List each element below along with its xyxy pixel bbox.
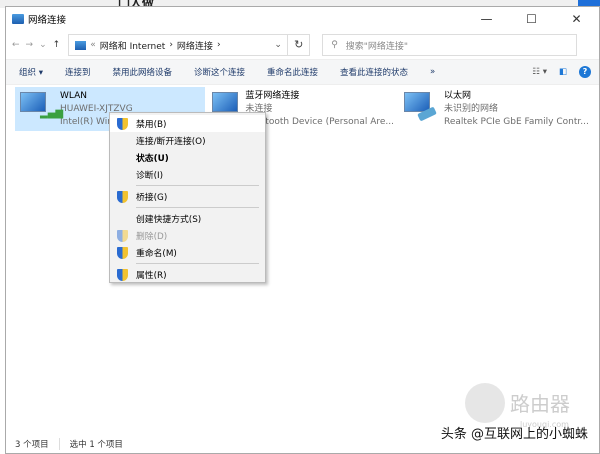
forward-button[interactable]: → [26, 40, 34, 50]
help-button[interactable]: ? [579, 66, 591, 78]
menu-disable[interactable]: 禁用(B) [110, 115, 265, 132]
connect-to-button[interactable]: 连接到 [65, 66, 91, 78]
connection-network: 未连接 [245, 104, 273, 114]
menu-label: 删除(D) [136, 232, 168, 242]
breadcrumb-separator[interactable]: › [217, 40, 221, 50]
menu-connect-disconnect[interactable]: 连接/断开连接(O) [110, 132, 265, 149]
up-button[interactable]: ↑ [53, 40, 61, 50]
view-options-button[interactable]: ☷ ▾ [532, 67, 547, 77]
uac-shield-icon [117, 247, 128, 259]
breadcrumb-overflow[interactable]: « [90, 40, 96, 50]
search-placeholder: 搜索"网络连接" [345, 41, 409, 52]
back-button[interactable]: ← [12, 40, 20, 50]
window-title: 网络连接 [28, 15, 67, 26]
minimize-button[interactable]: — [464, 12, 509, 26]
recent-locations-button[interactable]: ⌄ [39, 40, 47, 50]
search-icon: ⚲ [331, 40, 338, 50]
close-button[interactable]: ✕ [554, 12, 599, 26]
refresh-button[interactable]: ↻ [288, 34, 311, 56]
network-connections-window: 网络连接 — ☐ ✕ ← → ⌄ ↑ « 网络和 Internet › 网络连接… [5, 6, 600, 454]
maximize-button[interactable]: ☐ [509, 12, 554, 26]
menu-create-shortcut[interactable]: 创建快捷方式(S) [110, 210, 265, 227]
menu-separator [136, 185, 259, 186]
menu-separator [136, 263, 259, 264]
menu-label: 属性(R) [136, 271, 167, 281]
breadcrumb-network-connections[interactable]: 网络连接 [177, 39, 213, 52]
connection-ethernet[interactable]: 以太网未识别的网络 Realtek PCIe GbE Family Contr..… [399, 87, 599, 131]
view-status-button[interactable]: 查看此连接的状态 [340, 66, 408, 78]
uac-shield-icon [117, 118, 128, 130]
network-folder-icon [12, 14, 24, 24]
network-folder-icon [75, 40, 87, 50]
organize-button[interactable]: 组织 ▾ [19, 66, 43, 78]
menu-label: 重命名(M) [136, 249, 177, 259]
command-bar: 组织 ▾ 连接到 禁用此网络设备 诊断这个连接 重命名此连接 查看此连接的状态 … [6, 59, 599, 85]
watermark-author: 头条 @互联网上的小蜘蛛 [440, 427, 588, 442]
watermark-logo-icon [465, 383, 505, 423]
menu-label: 诊断(I) [136, 171, 164, 181]
title-bar: 网络连接 — ☐ ✕ [6, 7, 599, 31]
breadcrumb-network-internet[interactable]: 网络和 Internet [100, 39, 166, 52]
diagnose-button[interactable]: 诊断这个连接 [194, 66, 245, 78]
connection-device: Bluetooth Device (Personal Are... [245, 117, 394, 127]
item-count: 3 个项目 [15, 440, 49, 450]
breadcrumb-separator[interactable]: › [169, 40, 173, 50]
ethernet-adapter-icon [402, 90, 438, 122]
menu-label: 禁用(B) [136, 120, 167, 130]
address-dropdown[interactable]: ⌄ [269, 40, 287, 50]
wifi-adapter-icon: ▂▄▆ [18, 90, 63, 122]
menu-label: 连接/断开连接(O) [136, 137, 206, 147]
rename-button[interactable]: 重命名此连接 [267, 66, 318, 78]
menu-delete: 删除(D) [110, 227, 265, 244]
menu-properties[interactable]: 属性(R) [110, 266, 265, 283]
search-input[interactable]: ⚲ 搜索"网络连接" [322, 34, 578, 56]
connection-name: WLAN [60, 91, 88, 101]
menu-diagnose[interactable]: 诊断(I) [110, 166, 265, 183]
menu-label: 创建快捷方式(S) [136, 215, 202, 225]
disable-device-button[interactable]: 禁用此网络设备 [112, 66, 172, 78]
menu-label: 桥接(G) [136, 193, 168, 203]
menu-separator [136, 207, 259, 208]
menu-status[interactable]: 状态(U) [110, 149, 265, 166]
connection-network: 未识别的网络 [444, 104, 499, 114]
context-menu: 禁用(B) 连接/断开连接(O) 状态(U) 诊断(I) 桥接(G) 创建快捷方… [109, 112, 266, 283]
watermark-logo-text: 路由器 [510, 392, 570, 416]
uac-shield-icon [117, 191, 128, 203]
menu-bridge[interactable]: 桥接(G) [110, 188, 265, 205]
uac-shield-icon [117, 230, 128, 242]
more-commands-button[interactable]: » [430, 67, 435, 77]
address-row: ← → ⌄ ↑ « 网络和 Internet › 网络连接 › ⌄ ↻ ⚲ 搜索… [6, 31, 599, 59]
selected-count: 选中 1 个项目 [69, 440, 123, 450]
connection-device: Realtek PCIe GbE Family Contr... [444, 117, 589, 127]
preview-pane-button[interactable]: ◧ [559, 67, 567, 77]
uac-shield-icon [117, 269, 128, 281]
menu-rename[interactable]: 重命名(M) [110, 244, 265, 261]
connection-name: 蓝牙网络连接 [245, 91, 300, 101]
address-bar[interactable]: « 网络和 Internet › 网络连接 › ⌄ [68, 34, 289, 56]
connection-name: 以太网 [444, 91, 472, 101]
menu-label: 状态(U) [136, 154, 169, 164]
